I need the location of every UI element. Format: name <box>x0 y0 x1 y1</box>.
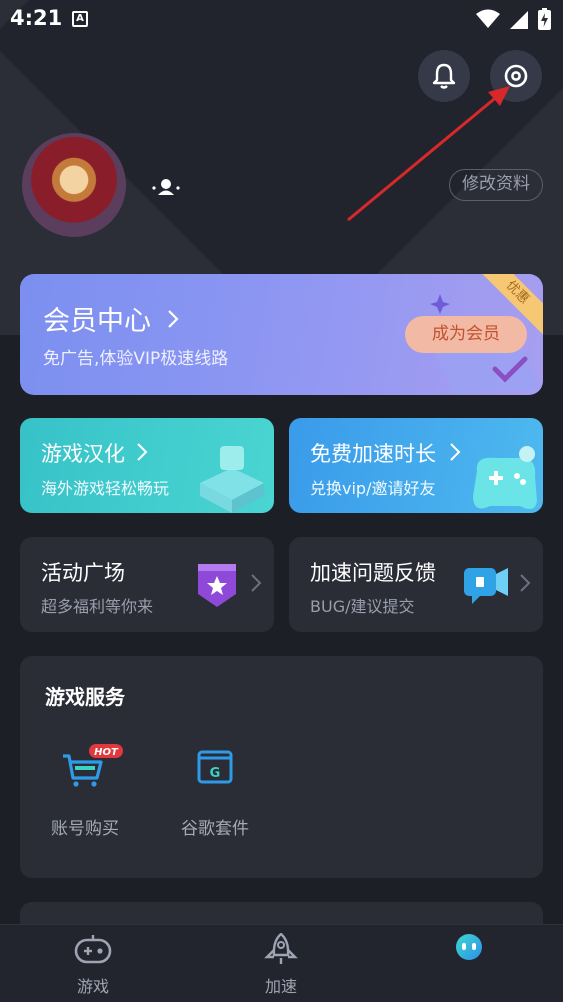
robot-face-icon <box>456 934 482 960</box>
user-icon <box>152 179 180 195</box>
tile-title: 活动广场 <box>41 561 125 585</box>
feedback-tile[interactable]: 加速问题反馈 BUG/建议提交 <box>289 537 543 632</box>
tile-subtitle: 兑换vip/邀请好友 <box>310 479 436 498</box>
vip-subtitle: 免广告,体验VIP极速线路 <box>43 349 229 369</box>
tile-subtitle: BUG/建议提交 <box>310 597 415 616</box>
service-label: 谷歌套件 <box>181 819 249 839</box>
tile-subtitle: 超多福利等你来 <box>41 597 154 616</box>
free-acceleration-tile[interactable]: 免费加速时长 兑换vip/邀请好友 <box>289 418 543 513</box>
chevron-right-icon <box>520 574 531 592</box>
user-avatar[interactable] <box>22 133 126 237</box>
annotation-arrow <box>347 86 510 222</box>
vip-center-card[interactable]: 会员中心 免广告,体验VIP极速线路 成为会员 优惠 <box>20 274 543 395</box>
hot-badge: HOT <box>94 747 119 758</box>
tile-title: 免费加速时长 <box>310 442 436 466</box>
chevron-right-icon <box>450 443 461 461</box>
nav-tab-me[interactable] <box>424 933 514 969</box>
nav-label: 加速 <box>264 977 297 996</box>
account-purchase-item[interactable]: HOT 账号购买 <box>40 744 130 839</box>
notification-icon: A <box>72 11 88 27</box>
tile-subtitle: 海外游戏轻松畅玩 <box>41 479 170 498</box>
edit-profile-button[interactable]: 修改资料 <box>449 169 543 201</box>
rocket-icon <box>264 932 298 964</box>
google-suite-item[interactable]: G 谷歌套件 <box>170 744 260 839</box>
activity-plaza-tile[interactable]: 活动广场 超多福利等你来 <box>20 537 274 632</box>
status-icons <box>476 8 551 30</box>
star-badge-icon <box>198 564 236 607</box>
status-bar: 4:21 A <box>0 0 563 40</box>
tile-title: 加速问题反馈 <box>310 561 436 585</box>
vip-title: 会员中心 <box>43 306 151 337</box>
become-member-button[interactable]: 成为会员 <box>405 316 527 353</box>
shopping-cart-icon: HOT <box>63 744 123 787</box>
status-time: 4:21 <box>10 6 63 30</box>
chevron-right-icon <box>168 310 179 328</box>
tile-title: 游戏汉化 <box>41 442 125 466</box>
signal-icon <box>510 11 528 29</box>
google-suite-icon: G <box>197 750 233 784</box>
service-label: 账号购买 <box>51 819 119 839</box>
translate-box-icon <box>200 446 264 513</box>
game-services-panel: 游戏服务 HOT 账号购买 G 谷歌套件 <box>20 656 543 878</box>
chevron-right-icon <box>251 574 262 592</box>
game-localization-tile[interactable]: 游戏汉化 海外游戏轻松畅玩 <box>20 418 274 513</box>
chat-bubble-icon <box>464 568 508 604</box>
nav-label: 游戏 <box>76 977 109 996</box>
bottom-nav: 游戏 加速 <box>0 924 563 1002</box>
chevron-right-icon <box>137 443 148 461</box>
nav-tab-games[interactable]: 游戏 <box>48 933 138 997</box>
gamepad-icon <box>473 446 537 510</box>
battery-icon <box>538 8 551 30</box>
services-title: 游戏服务 <box>45 685 125 709</box>
gamepad-icon <box>74 935 112 964</box>
google-letter: G <box>210 766 221 781</box>
nav-tab-accelerate[interactable]: 加速 <box>236 932 326 997</box>
wifi-icon <box>476 9 500 28</box>
